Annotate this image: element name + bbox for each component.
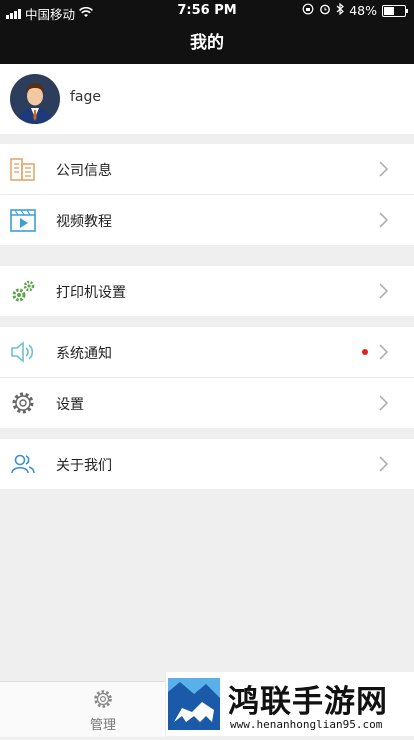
menu-item-company-info[interactable]: 公司信息 xyxy=(0,144,414,195)
watermark-title: 鸿联手游网 xyxy=(228,684,388,720)
tab-manage-label: 管理 xyxy=(89,718,116,733)
speaker-icon xyxy=(10,339,36,365)
gears-icon xyxy=(10,278,36,304)
rotation-lock-icon xyxy=(302,3,314,18)
tab-manage[interactable]: 管理 xyxy=(78,688,128,733)
chevron-right-icon xyxy=(376,456,390,472)
video-tutorial-icon xyxy=(10,207,36,233)
gear-icon xyxy=(10,390,36,416)
menu-item-system-notification[interactable]: 系统通知 xyxy=(0,327,414,378)
bluetooth-icon xyxy=(336,2,345,18)
menu-item-about-us[interactable]: 关于我们 xyxy=(0,439,414,489)
chevron-right-icon xyxy=(376,212,390,228)
menu-item-label: 设置 xyxy=(56,397,84,413)
menu-group-printer: 打印机设置 xyxy=(0,266,414,316)
menu-item-label: 关于我们 xyxy=(56,458,112,474)
users-icon xyxy=(10,451,36,477)
chevron-right-icon xyxy=(376,344,390,360)
status-bar: 中国移动 7:56 PM 48% xyxy=(0,0,414,22)
notification-badge xyxy=(362,349,368,355)
watermark: 鸿联手游网 www.henanhonglian95.com xyxy=(166,672,414,736)
alarm-icon xyxy=(319,3,331,18)
avatar[interactable] xyxy=(10,74,60,124)
menu-item-label: 系统通知 xyxy=(56,346,112,362)
battery-icon xyxy=(382,4,408,17)
chevron-right-icon xyxy=(376,395,390,411)
username: fage xyxy=(70,89,102,105)
menu-item-label: 打印机设置 xyxy=(56,285,126,301)
menu-item-printer-settings[interactable]: 打印机设置 xyxy=(0,266,414,316)
profile-card[interactable]: fage xyxy=(0,64,414,134)
building-icon xyxy=(10,156,36,182)
menu-item-settings[interactable]: 设置 xyxy=(0,378,414,428)
page-title: 我的 xyxy=(0,22,414,64)
chevron-right-icon xyxy=(376,161,390,177)
menu-item-video-tutorial[interactable]: 视频教程 xyxy=(0,195,414,245)
menu-group-about: 关于我们 xyxy=(0,439,414,489)
menu-item-label: 公司信息 xyxy=(56,163,112,179)
menu-group-company: 公司信息 视频教程 xyxy=(0,144,414,245)
battery-percent: 48% xyxy=(349,3,377,18)
menu-group-system: 系统通知 设置 xyxy=(0,327,414,428)
gear-icon xyxy=(78,688,128,710)
chevron-right-icon xyxy=(376,283,390,299)
battery-level xyxy=(384,6,394,15)
menu-item-label: 视频教程 xyxy=(56,214,112,230)
watermark-logo xyxy=(166,672,222,736)
watermark-url: www.henanhonglian95.com xyxy=(230,718,383,731)
